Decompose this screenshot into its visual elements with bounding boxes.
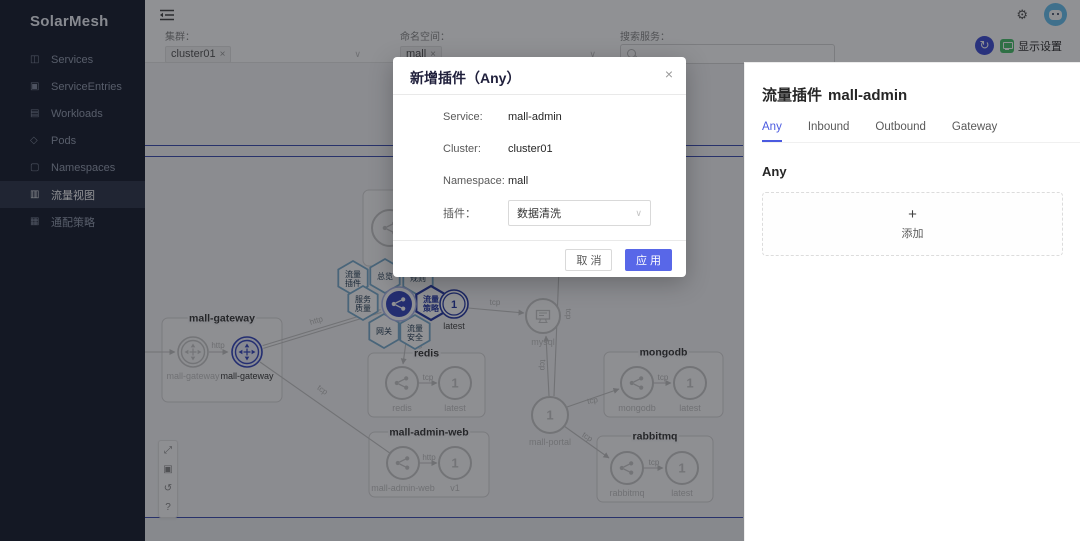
plus-icon: +	[908, 207, 917, 222]
drawer-tabs: Any Inbound Outbound Gateway	[762, 121, 1080, 143]
chevron-down-icon: ∨	[635, 208, 642, 219]
modal-footer: 取 消 应 用	[393, 240, 686, 277]
modal-title: 新增插件（Any）	[410, 68, 520, 88]
modal-field: Cluster:cluster01	[443, 133, 686, 165]
drawer-section-title: Any	[762, 164, 1080, 179]
app-root: SolarMesh ◫Services▣ServiceEntries▤Workl…	[0, 0, 1080, 541]
tab-gateway[interactable]: Gateway	[952, 121, 997, 142]
add-label: 添加	[902, 225, 924, 241]
modal-field: Service:mall-admin	[443, 101, 686, 133]
modal-field: Namespace:mall	[443, 165, 686, 197]
modal-header: 新增插件（Any） ×	[393, 57, 686, 95]
tab-outbound[interactable]: Outbound	[875, 121, 926, 142]
apply-button[interactable]: 应 用	[625, 249, 672, 271]
drawer-service-name: mall-admin	[828, 87, 907, 104]
tab-any[interactable]: Any	[762, 121, 782, 142]
plugin-field: 插件：数据清洗∨	[443, 197, 686, 229]
plugin-select[interactable]: 数据清洗∨	[508, 200, 651, 226]
close-icon[interactable]: ×	[665, 66, 673, 82]
traffic-plugin-drawer: 流量插件mall-admin Any Inbound Outbound Gateway…	[744, 62, 1080, 541]
add-plugin-modal: 新增插件（Any） × Service:mall-adminCluster:cl…	[393, 57, 686, 277]
add-plugin-box[interactable]: + 添加	[762, 192, 1063, 256]
modal-body: Service:mall-adminCluster:cluster01Names…	[393, 95, 686, 229]
drawer-title: 流量插件mall-admin	[762, 84, 1080, 105]
tab-inbound[interactable]: Inbound	[808, 121, 850, 142]
cancel-button[interactable]: 取 消	[565, 249, 612, 271]
